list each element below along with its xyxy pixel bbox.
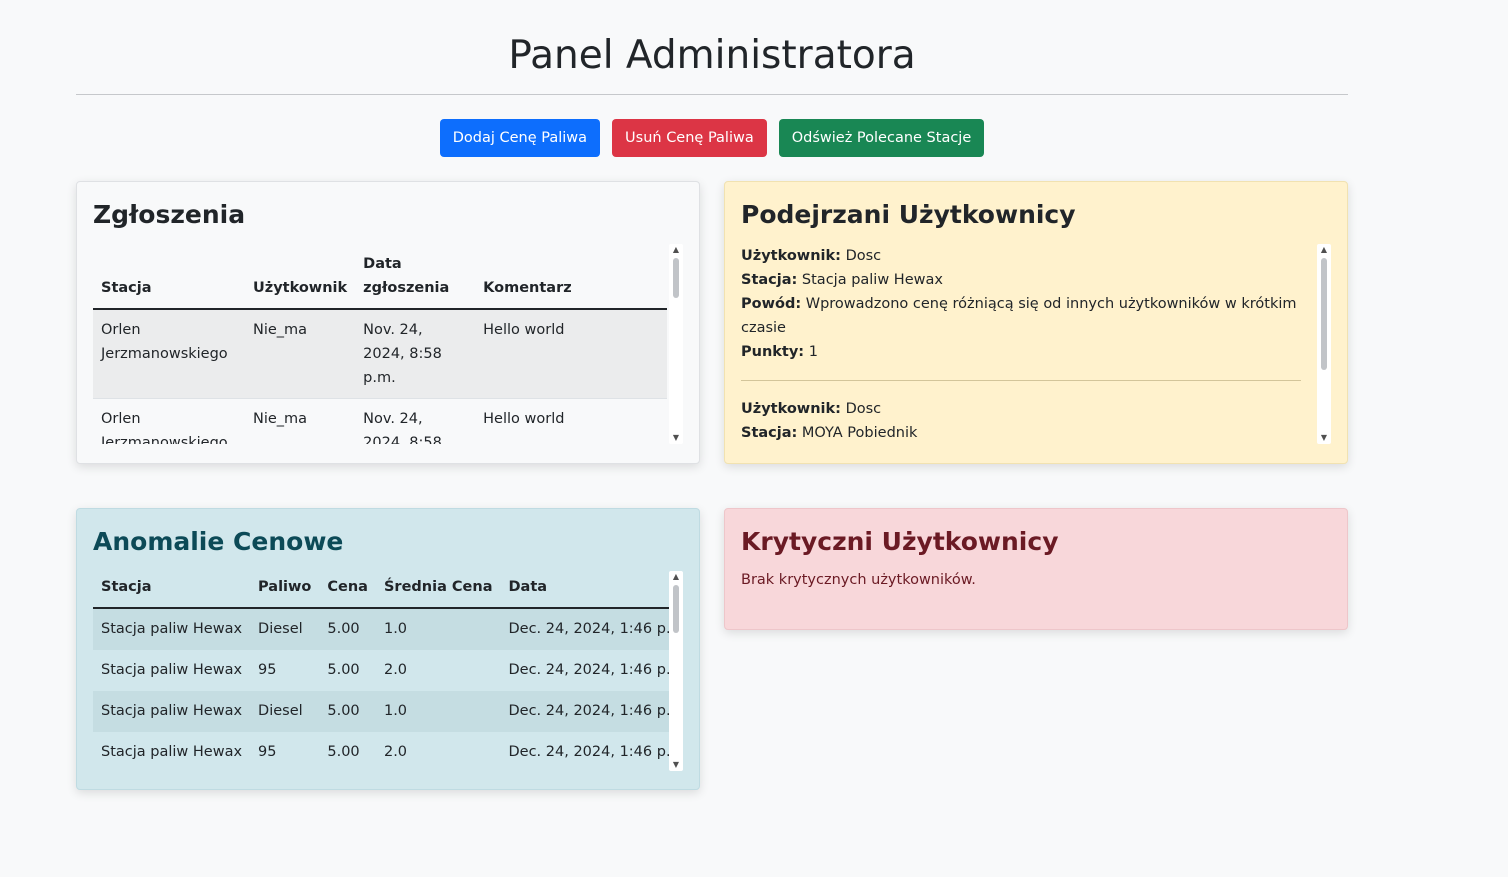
anomalies-table: Stacja Paliwo Cena Średnia Cena Data Sta… <box>93 571 683 771</box>
critical-users-empty-message: Brak krytycznych użytkowników. <box>741 572 976 588</box>
chevron-down-icon[interactable]: ▼ <box>669 759 683 771</box>
suspicious-scrollbar[interactable]: ▲ ▼ <box>1317 244 1331 444</box>
entry-divider <box>741 380 1301 381</box>
column-header-station: Stacja <box>93 244 245 310</box>
anomaly-date: Dec. 24, 2024, 1:46 p.m. <box>500 608 683 650</box>
report-comment: Hello world <box>475 309 667 399</box>
station-value: MOYA Pobiednik <box>801 425 918 441</box>
price-anomalies-card: Anomalie Cenowe Stacja Paliwo Cena Średn… <box>76 508 700 790</box>
anomalies-scrollbar[interactable]: ▲ ▼ <box>669 571 683 771</box>
scrollbar-thumb[interactable] <box>673 258 679 298</box>
anomalies-scroll-area[interactable]: Stacja Paliwo Cena Średnia Cena Data Sta… <box>93 571 683 771</box>
table-row: Orlen Jerzmanowskiego Nie_ma Nov. 24, 20… <box>93 309 667 399</box>
column-header-average-price: Średnia Cena <box>375 571 501 609</box>
report-date: Nov. 24, 2024, 8:58 p.m. <box>355 398 476 444</box>
report-station: Orlen Jerzmanowskiego <box>93 309 245 399</box>
page-title: Panel Administratora <box>508 33 916 78</box>
price-anomalies-title: Anomalie Cenowe <box>93 527 344 556</box>
refresh-recommended-stations-button[interactable]: Odśwież Polecane Stacje <box>778 119 985 157</box>
reports-card: Zgłoszenia Stacja Użytkownik Data zgłosz… <box>76 181 700 464</box>
suspicious-entry: Użytkownik: Dosc Stacja: Stacja paliw He… <box>741 244 1301 364</box>
anomaly-date: Dec. 24, 2024, 1:46 p.m. <box>500 732 683 771</box>
suspicious-users-card: Podejrzani Użytkownicy Użytkownik: Dosc … <box>724 181 1348 464</box>
table-row: Stacja paliw Hewax Diesel 5.00 1.0 Dec. … <box>93 691 683 732</box>
anomaly-station: Stacja paliw Hewax <box>93 691 251 732</box>
add-fuel-price-button[interactable]: Dodaj Cenę Paliwa <box>439 119 601 157</box>
anomaly-fuel: 95 <box>250 732 320 771</box>
report-user: Nie_ma <box>245 398 356 444</box>
report-date: Nov. 24, 2024, 8:58 p.m. <box>355 309 476 399</box>
suspicious-entry: Użytkownik: Dosc Stacja: MOYA Pobiednik <box>741 397 1301 444</box>
anomaly-fuel: 95 <box>250 650 320 691</box>
anomaly-price: 5.00 <box>319 650 376 691</box>
column-header-comment: Komentarz <box>475 244 667 310</box>
table-row: Stacja paliw Hewax 95 5.00 2.0 Dec. 24, … <box>93 732 683 771</box>
points-value: 1 <box>808 344 818 360</box>
anomaly-date: Dec. 24, 2024, 1:46 p.m. <box>500 691 683 732</box>
anomaly-average-price: 2.0 <box>375 732 501 771</box>
anomaly-date: Dec. 24, 2024, 1:46 p.m. <box>500 650 683 691</box>
station-label: Stacja: <box>741 425 798 441</box>
reports-scrollbar[interactable]: ▲ ▼ <box>669 244 683 444</box>
report-station: Orlen Jerzmanowskiego <box>93 398 245 444</box>
report-comment: Hello world <box>475 398 667 444</box>
critical-users-title: Krytyczni Użytkownicy <box>741 527 1059 556</box>
report-user: Nie_ma <box>245 309 356 399</box>
column-header-price: Cena <box>319 571 376 609</box>
remove-fuel-price-button[interactable]: Usuń Cenę Paliwa <box>612 119 767 157</box>
scrollbar-thumb[interactable] <box>1321 258 1327 370</box>
chevron-up-icon[interactable]: ▲ <box>1317 244 1331 256</box>
reason-label: Powód: <box>741 296 802 312</box>
station-value: Stacja paliw Hewax <box>801 272 943 288</box>
table-row: Stacja paliw Hewax 95 5.00 2.0 Dec. 24, … <box>93 650 683 691</box>
reports-scroll-area[interactable]: Stacja Użytkownik Data zgłoszenia Koment… <box>93 244 683 444</box>
chevron-down-icon[interactable]: ▼ <box>669 432 683 444</box>
anomaly-average-price: 1.0 <box>375 608 501 650</box>
anomalies-header-row: Stacja Paliwo Cena Średnia Cena Data <box>93 571 683 609</box>
user-label: Użytkownik: <box>741 248 841 264</box>
user-value: Dosc <box>845 248 882 264</box>
reports-title: Zgłoszenia <box>93 200 246 229</box>
anomaly-fuel: Diesel <box>250 691 320 732</box>
column-header-date: Data <box>500 571 683 609</box>
table-row: Orlen Jerzmanowskiego Nie_ma Nov. 24, 20… <box>93 398 667 444</box>
station-label: Stacja: <box>741 272 798 288</box>
column-header-report-date: Data zgłoszenia <box>355 244 476 310</box>
action-bar: Dodaj Cenę Paliwa Usuń Cenę Paliwa Odświ… <box>0 119 1424 157</box>
column-header-user: Użytkownik <box>245 244 356 310</box>
reports-header-row: Stacja Użytkownik Data zgłoszenia Koment… <box>93 244 667 310</box>
chevron-up-icon[interactable]: ▲ <box>669 571 683 583</box>
column-header-fuel: Paliwo <box>250 571 320 609</box>
title-divider <box>76 94 1348 95</box>
anomaly-price: 5.00 <box>319 608 376 650</box>
reports-table: Stacja Użytkownik Data zgłoszenia Koment… <box>93 244 667 444</box>
anomaly-station: Stacja paliw Hewax <box>93 608 251 650</box>
anomaly-fuel: Diesel <box>250 608 320 650</box>
anomaly-station: Stacja paliw Hewax <box>93 650 251 691</box>
suspicious-users-title: Podejrzani Użytkownicy <box>741 200 1076 229</box>
scrollbar-thumb[interactable] <box>673 585 679 633</box>
critical-users-card: Krytyczni Użytkownicy Brak krytycznych u… <box>724 508 1348 630</box>
table-row: Stacja paliw Hewax Diesel 5.00 1.0 Dec. … <box>93 608 683 650</box>
suspicious-scroll-area[interactable]: Użytkownik: Dosc Stacja: Stacja paliw He… <box>741 244 1331 444</box>
anomaly-station: Stacja paliw Hewax <box>93 732 251 771</box>
reason-value: Wprowadzono cenę różniącą się od innych … <box>741 296 1297 336</box>
user-label: Użytkownik: <box>741 401 841 417</box>
chevron-down-icon[interactable]: ▼ <box>1317 432 1331 444</box>
points-label: Punkty: <box>741 344 805 360</box>
anomaly-price: 5.00 <box>319 732 376 771</box>
chevron-up-icon[interactable]: ▲ <box>669 244 683 256</box>
user-value: Dosc <box>845 401 882 417</box>
anomaly-average-price: 2.0 <box>375 650 501 691</box>
anomaly-price: 5.00 <box>319 691 376 732</box>
anomaly-average-price: 1.0 <box>375 691 501 732</box>
column-header-station: Stacja <box>93 571 251 609</box>
